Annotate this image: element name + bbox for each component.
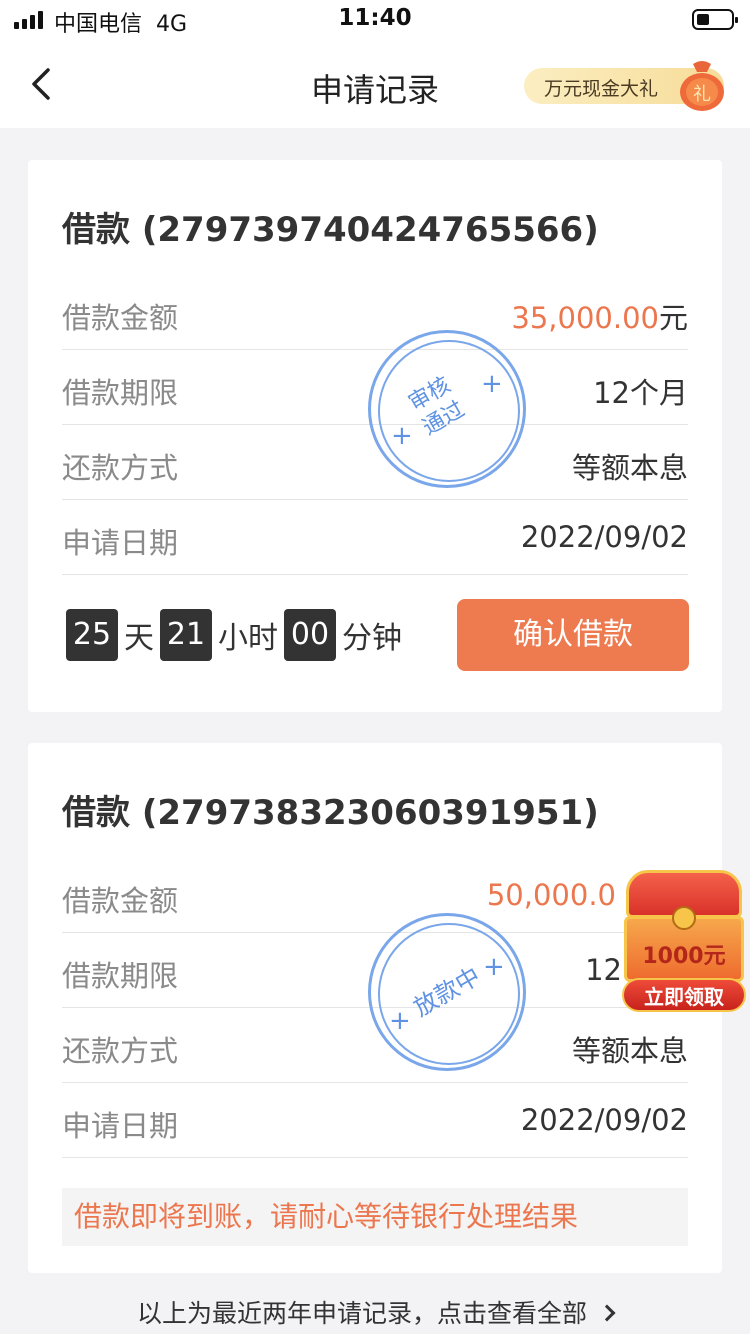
stamp-cross-icon: +	[391, 421, 413, 451]
row-label: 申请日期	[62, 1109, 179, 1143]
chevron-right-icon	[598, 1304, 616, 1322]
row-value: 等额本息	[571, 1034, 688, 1068]
gift-amount: 1000元	[642, 944, 726, 969]
row-label: 借款期限	[62, 959, 179, 993]
gift-bag-icon[interactable]: 礼	[671, 58, 733, 112]
view-all-link[interactable]: 以上为最近两年申请记录，点击查看全部	[0, 1278, 750, 1334]
countdown-timer: 25 天 21 小时 00 分钟	[66, 609, 408, 661]
amount-value: 35,000.00	[511, 301, 659, 335]
stamp-cross-icon: +	[389, 1006, 411, 1036]
disbursing-stamp: 放款中 + +	[368, 913, 526, 1071]
notice-banner: 借款即将到账，请耐心等待银行处理结果	[62, 1188, 688, 1246]
row-date: 申请日期 2022/09/02	[62, 500, 688, 575]
stamp-cross-icon: +	[483, 952, 505, 982]
row-label: 借款金额	[62, 884, 179, 918]
footer-text: 以上为最近两年申请记录，点击查看全部	[136, 1299, 587, 1328]
row-value: 2022/09/02	[520, 1103, 688, 1137]
row-value: 2022/09/02	[520, 520, 688, 554]
lock-icon	[672, 906, 696, 930]
svg-text:礼: 礼	[693, 84, 711, 105]
battery-icon	[692, 9, 738, 30]
clock: 11:40	[338, 5, 412, 31]
row-amount: 借款金额 35,000.00元	[62, 275, 688, 350]
stamp-cross-icon: +	[481, 369, 503, 399]
row-label: 借款金额	[62, 301, 179, 335]
countdown-days-unit: 天	[124, 621, 154, 656]
loan-record-card: 借款 (279739740424765566) 借款金额 35,000.00元 …	[28, 160, 722, 712]
row-label: 借款期限	[62, 376, 179, 410]
amount-unit: 元	[658, 301, 688, 335]
loan-title: 借款 (279738323060391951)	[62, 793, 599, 833]
row-value: 12个月	[593, 376, 688, 410]
loan-title: 借款 (279739740424765566)	[62, 210, 599, 250]
promo-label: 万元现金大礼	[544, 78, 659, 100]
row-label: 还款方式	[62, 451, 179, 485]
row-value: 12	[585, 953, 622, 987]
row-value: 等额本息	[571, 451, 688, 485]
row-amount: 借款金额 50,000.0	[62, 858, 688, 933]
approved-stamp: 审核 通过 + +	[368, 330, 526, 488]
countdown-minutes-unit: 分钟	[342, 621, 402, 656]
row-value: 35,000.00元	[511, 295, 688, 337]
row-date: 申请日期 2022/09/02	[62, 1083, 688, 1158]
countdown-hours: 21	[160, 609, 212, 661]
row-label: 申请日期	[62, 526, 179, 560]
countdown-hours-unit: 小时	[218, 621, 278, 656]
countdown-days: 25	[66, 609, 118, 661]
amount-value: 50,000.0	[486, 878, 616, 912]
countdown-minutes: 00	[284, 609, 336, 661]
nav-bar: 申请记录 万元现金大礼	[0, 40, 750, 128]
status-bar: 中国电信 4G 11:40	[0, 0, 750, 40]
treasure-chest-widget[interactable]: 1000元 立即领取	[620, 866, 748, 1016]
loan-record-card: 借款 (279738323060391951) 借款金额 50,000.0 借款…	[28, 743, 722, 1273]
claim-now-button[interactable]: 立即领取	[622, 978, 746, 1012]
stamp-line: 放款中	[408, 961, 486, 1023]
confirm-loan-button[interactable]: 确认借款	[457, 599, 689, 671]
row-label: 还款方式	[62, 1034, 179, 1068]
